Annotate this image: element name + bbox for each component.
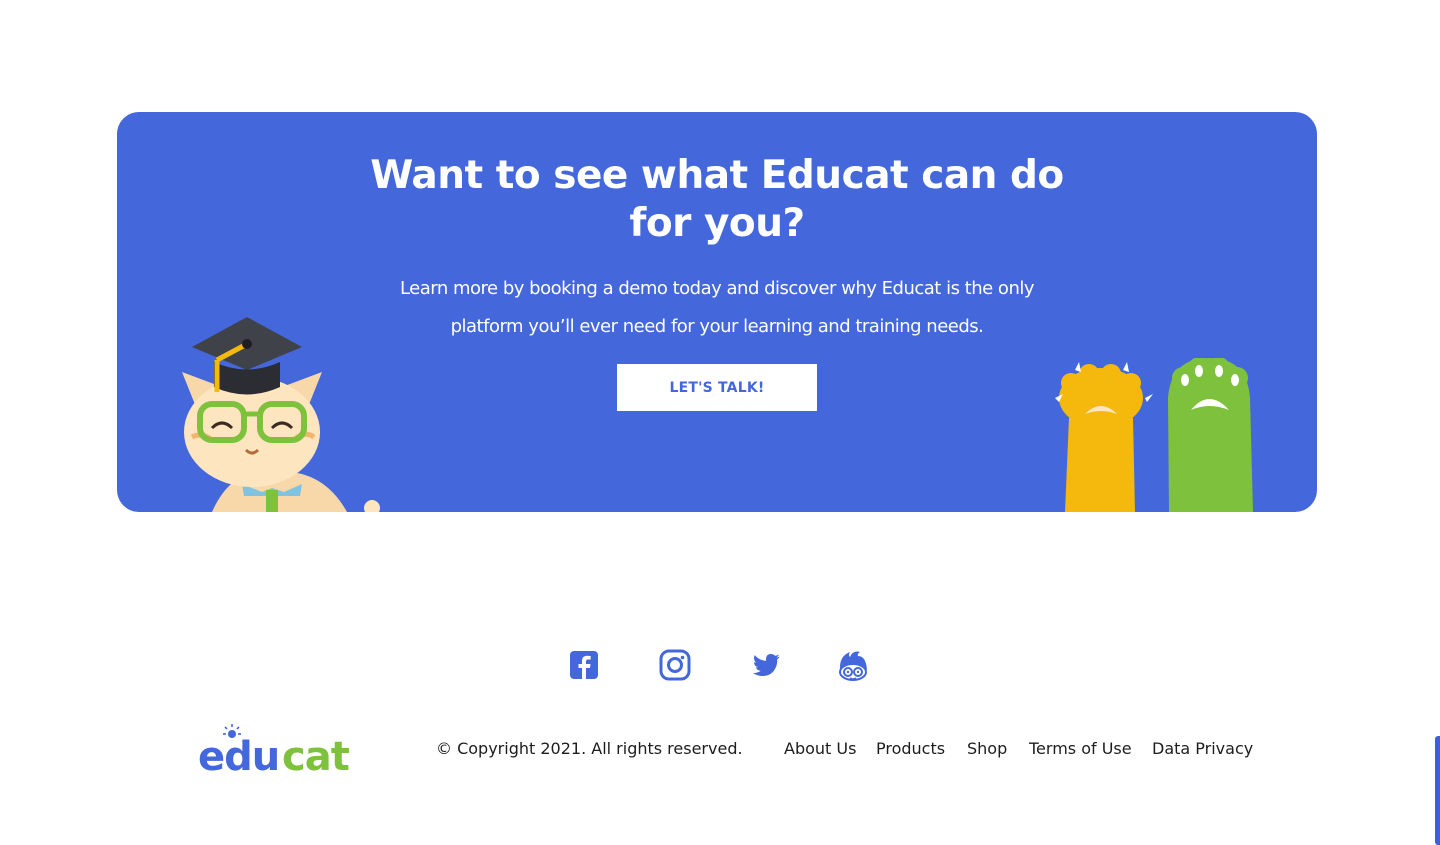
svg-text:cat: cat <box>282 734 350 774</box>
footer-link-products[interactable]: Products <box>876 739 945 758</box>
cta-banner: Want to see what Educat can do for you? … <box>117 112 1317 512</box>
instagram-icon[interactable] <box>658 648 692 682</box>
cta-description: Learn more by booking a demo today and d… <box>399 278 1035 337</box>
svg-text:edu: edu <box>198 734 279 774</box>
educat-mascot-icon[interactable] <box>836 648 870 682</box>
lets-talk-button[interactable]: LET'S TALK! <box>617 364 817 411</box>
cat-graduate-illustration <box>182 317 380 512</box>
twitter-icon[interactable] <box>749 648 783 682</box>
educat-logo[interactable]: edu cat <box>198 722 364 774</box>
scrollbar-thumb[interactable] <box>1435 736 1440 845</box>
footer-link-about-us[interactable]: About Us <box>784 739 856 758</box>
copyright-text: © Copyright 2021. All rights reserved. <box>436 739 743 758</box>
footer-link-terms-of-use[interactable]: Terms of Use <box>1029 739 1132 758</box>
cta-title: Want to see what Educat can do for you? <box>370 153 1064 246</box>
cat-paws-illustration <box>1055 358 1253 512</box>
footer-link-shop[interactable]: Shop <box>967 739 1007 758</box>
footer-link-data-privacy[interactable]: Data Privacy <box>1152 739 1253 758</box>
facebook-icon[interactable] <box>567 648 601 682</box>
